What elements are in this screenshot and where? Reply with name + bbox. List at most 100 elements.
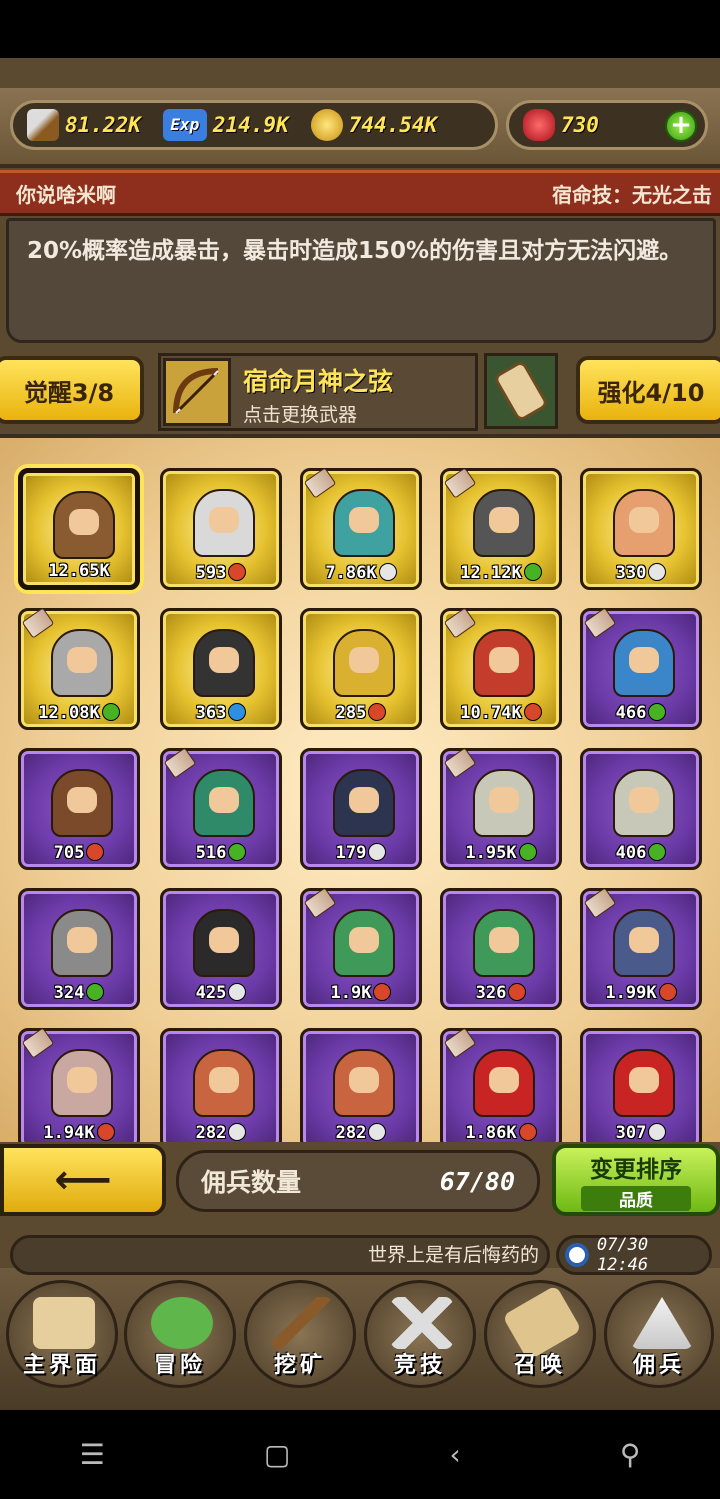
hero-portrait bbox=[473, 1049, 535, 1117]
mercenary-card[interactable]: 363 bbox=[160, 608, 282, 730]
weapon-equipped-icon bbox=[21, 607, 55, 639]
mercenary-card[interactable]: 12.12K bbox=[440, 467, 562, 590]
mercenary-card[interactable]: 705 bbox=[18, 748, 140, 870]
mercenary-card[interactable]: 12.08K bbox=[18, 607, 140, 730]
mercenary-card[interactable]: 282 bbox=[300, 1028, 422, 1142]
weapon-equipped-icon bbox=[303, 887, 337, 919]
mercenary-card[interactable]: 285 bbox=[300, 608, 422, 730]
level-value: 705 bbox=[53, 843, 85, 863]
mercenary-card[interactable]: 516 bbox=[160, 747, 282, 870]
mercenary-level: 12.65K bbox=[23, 561, 135, 581]
level-value: 1.95K bbox=[465, 843, 517, 863]
gold-value: 744.54K bbox=[348, 113, 438, 137]
status-badge-icon bbox=[648, 703, 667, 721]
mercenary-card[interactable]: 1.86K bbox=[440, 1027, 562, 1142]
nav-summon[interactable]: 召唤 bbox=[484, 1280, 596, 1388]
status-badge-icon bbox=[518, 1123, 537, 1141]
mercenary-card[interactable]: 324 bbox=[18, 888, 140, 1010]
android-nav-bar: ☰ ▢ ‹ ⚲ bbox=[0, 1410, 720, 1499]
mercenary-grid: 12.65K 593 7.86K 12.12K 330 12.08K 363 285 10.74… bbox=[0, 434, 720, 1142]
mercenary-level: 282 bbox=[303, 1123, 419, 1142]
mercenary-card[interactable]: 12.65K bbox=[18, 468, 140, 590]
nav-arena[interactable]: 竞技 bbox=[364, 1280, 476, 1388]
weapon-slot[interactable]: 宿命月神之弦 点击更换武器 bbox=[158, 353, 478, 431]
menu-icon[interactable]: ☰ bbox=[80, 1438, 105, 1471]
nav-mercenary[interactable]: 佣兵 bbox=[604, 1280, 714, 1388]
status-badge-icon bbox=[368, 703, 387, 721]
hero-portrait bbox=[51, 769, 113, 837]
awaken-button[interactable]: 觉醒3/8 bbox=[0, 356, 144, 424]
status-badge-icon bbox=[508, 983, 527, 1001]
mercenary-card[interactable]: 1.99K bbox=[580, 887, 702, 1010]
mercenary-card[interactable]: 307 bbox=[580, 1028, 702, 1142]
back-arrow-icon: ⟵ bbox=[54, 1157, 112, 1203]
crossed-swords-icon bbox=[391, 1297, 453, 1349]
status-badge-icon bbox=[378, 563, 397, 581]
status-badge-icon bbox=[86, 843, 105, 861]
level-value: 516 bbox=[195, 843, 227, 863]
time-display: 07/30 12:46 bbox=[556, 1235, 712, 1275]
mercenary-card[interactable]: 179 bbox=[300, 748, 422, 870]
weapon-equipped-icon bbox=[443, 467, 477, 499]
hero-portrait bbox=[613, 909, 675, 977]
status-badge-icon bbox=[228, 983, 247, 1001]
mercenary-level: 466 bbox=[583, 703, 699, 723]
mercenary-card[interactable]: 466 bbox=[580, 607, 702, 730]
hero-name-bar: 你说啥米啊 宿命技：无光之击 bbox=[0, 170, 720, 216]
back-icon[interactable]: ‹ bbox=[450, 1438, 461, 1471]
tent-icon bbox=[631, 1297, 693, 1349]
level-value: 1.9K bbox=[330, 983, 372, 1003]
level-value: 406 bbox=[615, 843, 647, 863]
scroll-icon[interactable] bbox=[484, 353, 558, 429]
accessibility-icon[interactable]: ⚲ bbox=[620, 1438, 641, 1471]
mercenary-level: 705 bbox=[21, 843, 137, 863]
nav-adventure[interactable]: 冒险 bbox=[124, 1280, 236, 1388]
mercenary-card[interactable]: 1.95K bbox=[440, 747, 562, 870]
level-value: 282 bbox=[335, 1123, 367, 1142]
mercenary-card[interactable]: 282 bbox=[160, 1028, 282, 1142]
level-value: 10.74K bbox=[460, 703, 522, 723]
gem-resource: 730 bbox=[523, 109, 599, 141]
change-sort-button[interactable]: 变更排序 品质 bbox=[552, 1144, 720, 1216]
hero-portrait bbox=[613, 489, 675, 557]
nav-main[interactable]: 主界面 bbox=[6, 1280, 118, 1388]
hero-portrait bbox=[473, 629, 535, 697]
weapon-equipped-icon bbox=[443, 747, 477, 779]
mercenary-card[interactable]: 1.94K bbox=[18, 1027, 140, 1142]
attack-value: 81.22K bbox=[65, 113, 141, 137]
mercenary-card[interactable]: 10.74K bbox=[440, 607, 562, 730]
weapon-equipped-icon bbox=[583, 607, 617, 639]
status-badge-icon bbox=[648, 563, 667, 581]
home-icon[interactable]: ▢ bbox=[264, 1438, 290, 1471]
gold-coin-icon bbox=[310, 109, 343, 141]
hero-portrait bbox=[613, 629, 675, 697]
enhance-button[interactable]: 强化4/10 bbox=[576, 356, 720, 424]
add-gems-button[interactable]: + bbox=[665, 110, 697, 142]
mercenary-card[interactable]: 406 bbox=[580, 748, 702, 870]
mercenary-card[interactable]: 593 bbox=[160, 468, 282, 590]
hero-portrait bbox=[473, 489, 535, 557]
mercenary-card[interactable]: 1.9K bbox=[300, 887, 422, 1010]
hero-name: 你说啥米啊 bbox=[16, 182, 116, 207]
mercenary-card[interactable]: 425 bbox=[160, 888, 282, 1010]
map-scroll-icon bbox=[33, 1297, 95, 1349]
level-value: 330 bbox=[615, 563, 647, 583]
level-value: 1.94K bbox=[43, 1123, 95, 1142]
mercenary-card[interactable]: 326 bbox=[440, 888, 562, 1010]
status-badge-icon bbox=[228, 843, 247, 861]
nav-mining[interactable]: 挖矿 bbox=[244, 1280, 356, 1388]
nav-label: 冒险 bbox=[153, 1353, 206, 1378]
mercenary-card[interactable]: 330 bbox=[580, 468, 702, 590]
back-button[interactable]: ⟵ bbox=[0, 1144, 166, 1216]
hero-portrait bbox=[193, 909, 255, 977]
status-badge-icon bbox=[228, 563, 247, 581]
enhance-label: 强化4/10 bbox=[597, 378, 705, 407]
status-badge-icon bbox=[373, 983, 392, 1001]
mercenary-count-bar: 佣兵数量 67/80 bbox=[176, 1150, 540, 1212]
status-badge-icon bbox=[86, 983, 105, 1001]
hero-portrait bbox=[613, 769, 675, 837]
mercenary-card[interactable]: 7.86K bbox=[300, 467, 422, 590]
announcement-text: 世界上是有后悔药的 bbox=[367, 1244, 539, 1266]
status-badge-icon bbox=[648, 843, 667, 861]
mercenary-level: 593 bbox=[163, 563, 279, 583]
